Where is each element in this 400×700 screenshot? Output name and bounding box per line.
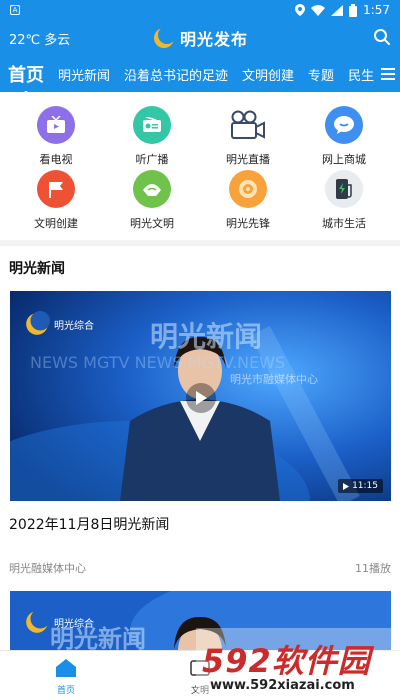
play-button[interactable]: [186, 383, 216, 413]
app-notification-icon: A: [10, 5, 20, 15]
weather-text: 22℃ 多云: [9, 33, 71, 48]
tab-special[interactable]: 专题: [308, 65, 334, 84]
home-icon: [56, 659, 76, 677]
battery-icon: [349, 3, 358, 17]
news-play-count: 11播放: [355, 562, 391, 575]
service-mall[interactable]: 网上商城: [304, 106, 384, 167]
service-label: 文明创建: [34, 217, 78, 230]
brand-moon-icon: [154, 26, 176, 48]
channel-logo: 明光综合: [24, 311, 94, 337]
watermark-brand: 592软件园: [202, 642, 371, 680]
channel-logo-text: 明光综合: [54, 320, 94, 332]
video2-bg-title: 明光新闻: [50, 625, 146, 653]
watermark: 592软件园 www.592xiazai.com: [196, 628, 400, 700]
status-time: 1:57: [363, 3, 390, 17]
tv-icon: [37, 106, 75, 144]
menu-icon: [381, 68, 395, 80]
chat-icon: [325, 106, 363, 144]
service-label: 明光直播: [226, 153, 270, 166]
brand-name: 明光发布: [180, 30, 249, 49]
tab-mingguang-news[interactable]: 明光新闻: [58, 65, 110, 84]
service-pioneer[interactable]: 明光先锋: [208, 170, 288, 231]
service-live[interactable]: 明光直播: [208, 106, 288, 167]
service-label: 明光文明: [130, 217, 174, 230]
video-bg-title: 明光新闻: [150, 320, 263, 353]
hands-icon: [133, 170, 171, 208]
news-section: 明光新闻 明光综合 明光新闻 NEWS MGTV NEWS MGTV.NEWS …: [0, 246, 400, 671]
service-city-life[interactable]: 城市生活: [304, 170, 384, 231]
wifi-icon: [311, 4, 326, 16]
section-title: 明光新闻: [9, 261, 65, 277]
service-civilization-build[interactable]: 文明创建: [16, 170, 96, 231]
duration-text: 11:15: [352, 481, 378, 491]
radio-icon: [133, 106, 171, 144]
app-header: 22℃ 多云 明光发布: [0, 20, 400, 56]
video-thumbnail[interactable]: 明光综合 明光新闻 NEWS MGTV NEWS MGTV.NEWS 明光市融媒…: [10, 291, 391, 501]
charger-icon: [325, 170, 363, 208]
service-mingguang-civilization[interactable]: 明光文明: [112, 170, 192, 231]
signal-icon: [331, 4, 344, 16]
video-bg-ticker: NEWS MGTV NEWS MGTV.NEWS: [30, 353, 286, 372]
location-icon: [295, 4, 306, 16]
service-label: 明光先锋: [226, 217, 270, 230]
brand-logo: 明光发布: [152, 26, 248, 50]
news-source: 明光融媒体中心: [9, 562, 86, 575]
news-title[interactable]: 2022年11月8日明光新闻: [9, 514, 169, 534]
tab-livelihood[interactable]: 民生: [348, 65, 374, 84]
service-radio[interactable]: 听广播: [112, 106, 192, 167]
tab-home[interactable]: 首页: [8, 61, 44, 92]
tab-civilization[interactable]: 文明创建: [242, 65, 294, 84]
nav-home[interactable]: 首页: [36, 659, 96, 696]
service-watch-tv[interactable]: 看电视: [16, 106, 96, 167]
duration-play-icon: [343, 482, 350, 490]
status-bar: A 1:57: [0, 0, 400, 20]
service-label: 看电视: [39, 153, 73, 166]
channel-moon-icon: [26, 311, 50, 335]
service-label: 网上商城: [322, 153, 366, 166]
nav-label: 首页: [56, 686, 75, 696]
badge-icon: [229, 170, 267, 208]
watermark-url: www.592xiazai.com: [210, 678, 355, 693]
tab-footsteps[interactable]: 沿着总书记的足迹: [124, 65, 228, 84]
duration-badge: 11:15: [338, 479, 383, 493]
channel-tabs: 首页 明光新闻 沿着总书记的足迹 文明创建 专题 民生: [0, 56, 400, 92]
service-label: 城市生活: [322, 217, 366, 230]
service-grid: 看电视 听广播 明光直播 网上商城 文明创建 明光文明 明光先锋 城市生活: [0, 92, 400, 240]
video-bg-caption: 明光市融媒体中心: [230, 373, 318, 386]
search-icon: [374, 29, 390, 45]
service-label: 听广播: [135, 153, 169, 166]
search-button[interactable]: [373, 28, 391, 50]
play-icon: [196, 391, 207, 405]
channel-moon-icon: [26, 609, 50, 633]
camera-icon: [229, 106, 267, 144]
channel-menu-button[interactable]: [376, 56, 400, 92]
flag-icon: [37, 170, 75, 208]
